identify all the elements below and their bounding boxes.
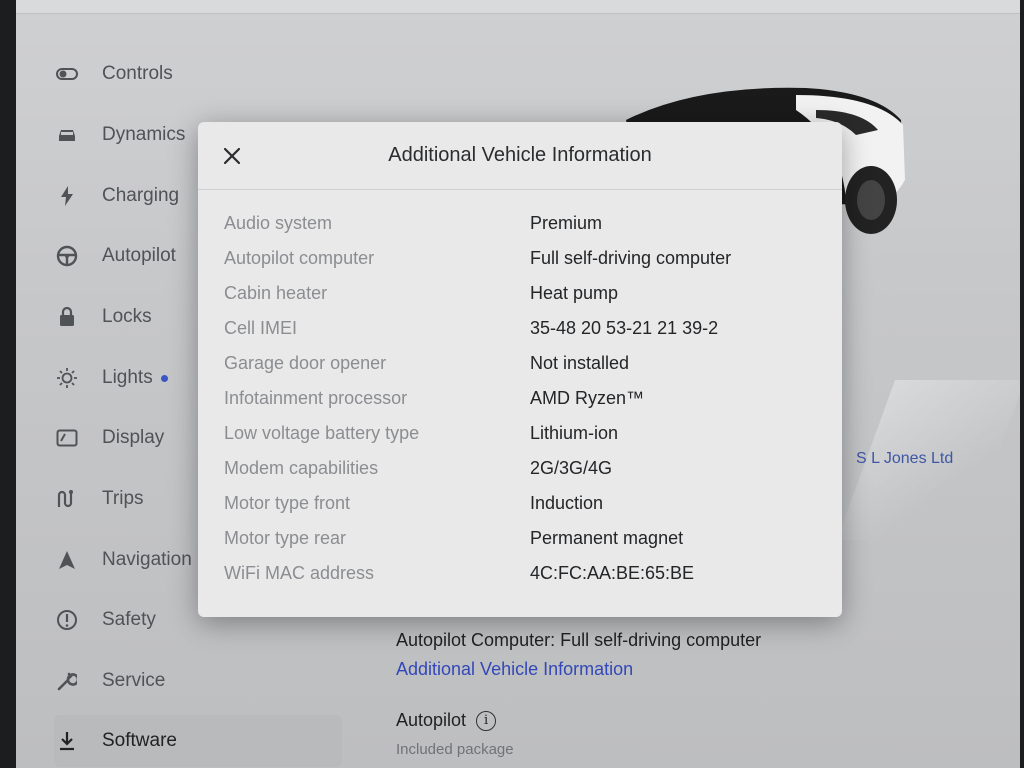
info-label: Motor type front [224,493,351,513]
owner-name: S L Jones Ltd [856,450,954,467]
info-label: Cell IMEI [224,318,298,338]
autopilot-heading-label: Autopilot [396,710,467,730]
sidebar-item-label: Dynamics [102,124,186,145]
toggle-icon [54,61,80,87]
sidebar-item-label: Lights [102,367,153,388]
info-row: WiFi MAC address 4C:FC:AA:BE:65:BE [224,556,824,591]
info-label: Modem capabilities [224,458,379,478]
info-value: Full self-driving computer [530,248,732,268]
info-value: 35-48 20 53-21 21 39-2 [530,318,719,338]
lock-icon [54,304,80,330]
info-label: Garage door opener [224,353,387,373]
info-label: WiFi MAC address [224,563,375,583]
sidebar-item-label: Locks [102,306,152,327]
sidebar-item-software[interactable]: Software [54,715,342,767]
info-icon[interactable]: i [476,710,497,731]
software-panel: Autopilot Computer: Full self-driving co… [396,630,996,758]
sidebar-item-label: Safety [102,609,156,630]
info-label: Autopilot computer [224,248,375,268]
info-row: Infotainment processor AMD Ryzen™ [224,381,824,416]
info-value: Induction [530,493,604,513]
autopilot-package: Included package [396,741,514,758]
close-icon [223,147,241,165]
sidebar-item-controls[interactable]: Controls [54,48,344,100]
info-label: Motor type rear [224,528,347,548]
screen-top-bar [16,0,1020,14]
info-value: Not installed [530,353,630,373]
sidebar-item-label: Service [102,670,166,691]
info-value: Lithium-ion [530,423,619,443]
info-label: Audio system [224,213,333,233]
sidebar-item-service[interactable]: Service [54,655,344,707]
sidebar-item-label: Display [102,427,165,448]
info-value: Permanent magnet [530,528,684,548]
download-icon [54,728,80,754]
display-icon [54,425,80,451]
additional-vehicle-info-modal: Additional Vehicle Information Audio sys… [198,122,842,617]
info-row: Cabin heater Heat pump [224,276,824,311]
vehicle-info-list: Audio system Premium Autopilot computer Fu… [224,206,824,591]
info-label: Infotainment processor [224,388,408,408]
alert-circle-icon [54,607,80,633]
vehicle-screen: Controls Dynamics Charging Autopilot Loc… [16,0,1020,768]
autopilot-computer-line: Autopilot Computer: Full self-driving co… [396,630,762,650]
info-value: Heat pump [530,283,619,303]
info-value: Premium [530,213,603,233]
close-button[interactable] [218,142,246,170]
sidebar-item-label: Navigation [102,549,192,570]
additional-vehicle-info-link[interactable]: Additional Vehicle Information [396,659,996,680]
info-value: 2G/3G/4G [530,458,613,478]
sidebar-item-label: Autopilot [102,245,176,266]
navigation-arrow-icon [54,547,80,573]
wrench-icon [54,668,80,694]
info-label: Low voltage battery type [224,423,420,443]
notification-dot [160,374,168,382]
info-row: Autopilot computer Full self-driving comp… [224,241,824,276]
info-value: 4C:FC:AA:BE:65:BE [530,563,695,583]
info-row: Motor type front Induction [224,486,824,521]
info-row: Motor type rear Permanent magnet [224,521,824,556]
sidebar-item-label: Controls [102,63,173,84]
info-label: Cabin heater [224,283,328,303]
info-row: Cell IMEI 35-48 20 53-21 21 39-2 [224,311,824,346]
lightning-icon [54,183,80,209]
info-row: Low voltage battery type Lithium-ion [224,416,824,451]
car-icon [54,122,80,148]
modal-title: Additional Vehicle Information [388,144,652,166]
info-row: Garage door opener Not installed [224,346,824,381]
sidebar-item-label: Charging [102,185,180,206]
autopilot-heading: Autopilot i [396,710,996,731]
info-value: AMD Ryzen™ [530,388,645,408]
sidebar-item-label: Software [102,730,177,751]
sidebar-item-label: Trips [102,488,144,509]
modal-header: Additional Vehicle Information [198,122,842,190]
info-row: Modem capabilities 2G/3G/4G [224,451,824,486]
info-row: Audio system Premium [224,206,824,241]
steering-wheel-icon [54,243,80,269]
sun-icon [54,365,80,391]
trips-icon [54,486,80,512]
